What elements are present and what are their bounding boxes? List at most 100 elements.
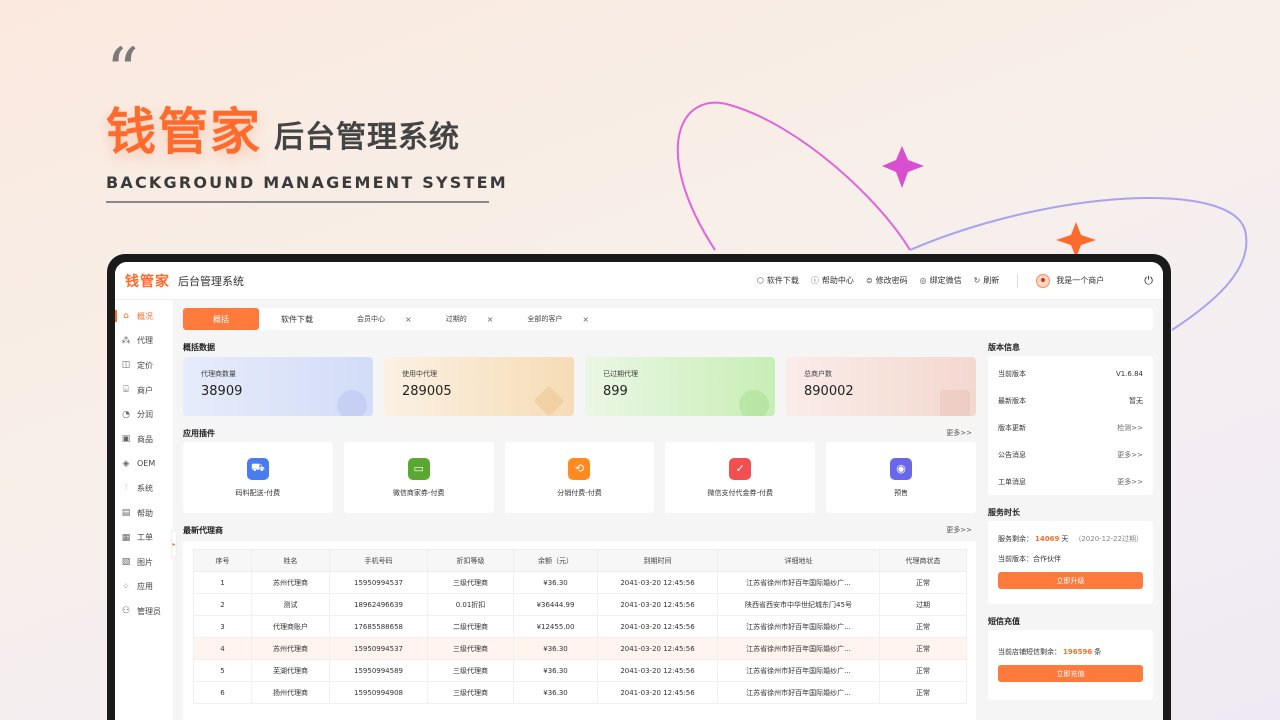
sidebar-item-apps[interactable]: ⁘ 应用 <box>115 575 173 600</box>
table-cell: 江苏省徐州市好百年国际婚纱广... <box>717 681 880 704</box>
plugins-title: 应用插件 <box>183 428 215 438</box>
table-cell: 三级代理商 <box>427 571 514 594</box>
sidebar-item-agent[interactable]: ⁂ 代理 <box>115 329 173 354</box>
star-icon <box>1056 222 1096 258</box>
sidebar-item-ticket[interactable]: ▦ 工单 <box>115 525 173 550</box>
star-badge-icon <box>337 390 367 416</box>
sidebar-item-profit[interactable]: ◔ 分润 <box>115 402 173 427</box>
plugin-wechat-coupon[interactable]: ▭ 微信商家券-付费 <box>343 442 494 513</box>
tab-expired[interactable]: 过期的 × <box>424 308 506 330</box>
plugin-wechat-voucher[interactable]: ✓ 微信支付代金券-付费 <box>665 442 816 513</box>
column-header[interactable]: 代理商状态 <box>879 549 967 572</box>
stat-card-expired-agents[interactable]: 已过期代理 899 <box>585 357 775 416</box>
table-cell: 15950994589 <box>329 659 428 682</box>
stat-card-agents[interactable]: 代理商数量 38909 <box>183 357 373 416</box>
upgrade-button[interactable]: 立即升级 <box>998 572 1143 589</box>
plugins-row: ⛟ 码料配送-付费 ▭ 微信商家券-付费 ⟲ 分销付费-付费 ✓ 微信支付代金券-付费 … <box>183 442 976 513</box>
column-header[interactable]: 序号 <box>193 549 252 572</box>
brand-subtitle: 后台管理系统 <box>274 120 460 155</box>
action-label: 软件下载 <box>766 276 799 285</box>
plugins-more-link[interactable]: 更多>> <box>946 428 972 438</box>
stat-card-active-agents[interactable]: 使用中代理 289005 <box>384 357 574 416</box>
column-header[interactable]: 折扣等级 <box>427 549 514 572</box>
sidebar-item-overview[interactable]: ⌂ 概况 <box>115 304 173 329</box>
coupon-icon: ▭ <box>407 457 430 480</box>
download-icon: ⬡ <box>756 276 764 285</box>
help-icon: ⓘ <box>810 276 819 285</box>
row-label: 版本更新 <box>998 423 1026 432</box>
bind-wechat-button[interactable]: ◎ 绑定微信 <box>920 275 962 286</box>
sms-remaining: 当前店铺短信剩余： 196596 条 <box>998 642 1143 662</box>
sidebar-item-oem[interactable]: ◈ OEM <box>115 452 173 477</box>
tab-all-customers[interactable]: 全部的客户 × <box>505 308 601 330</box>
download-button[interactable]: ⬡ 软件下载 <box>757 275 799 286</box>
check-update-link[interactable]: 检测>> <box>1117 423 1143 433</box>
table-row[interactable]: 6 扬州代理商 15950994908 三级代理商 ¥36.30 2041-03-20 1… <box>193 681 967 704</box>
recharge-button[interactable]: 立即充值 <box>998 665 1143 682</box>
lock-icon: ⊜ <box>865 276 873 285</box>
table-cell: 三级代理商 <box>427 681 514 704</box>
sidebar-item-help[interactable]: ▤ 帮助 <box>115 501 173 526</box>
power-icon[interactable]: ⏻ <box>1144 274 1153 288</box>
service-expiry: （2020-12-22过期） <box>1074 535 1144 543</box>
refresh-button[interactable]: ↻ 刷新 <box>974 275 1000 286</box>
wechat-icon: ◎ <box>919 276 927 285</box>
column-header[interactable]: 到期时间 <box>597 549 718 572</box>
english-tagline: BACKGROUND MANAGEMENT SYSTEM <box>106 173 508 192</box>
close-icon[interactable]: × <box>405 315 412 324</box>
sidebar-item-label: 应用 <box>137 582 153 592</box>
current-version-value: V1.6.84 <box>1115 369 1143 378</box>
version-title: 版本信息 <box>988 342 1020 352</box>
change-password-button[interactable]: ⊜ 修改密码 <box>866 275 908 286</box>
plugin-label: 微信商家券-付费 <box>392 488 445 497</box>
stat-value: 289005 <box>402 384 452 399</box>
table-row[interactable]: 2 测试 18962496639 0.01折扣 ¥36444.99 2041-03-20 … <box>193 593 967 616</box>
table-cell: ¥36.30 <box>513 681 598 704</box>
table-row[interactable]: 3 代理商账户 17685588658 二级代理商 ¥12455.00 2041-03-2… <box>193 615 967 638</box>
tab-member-center[interactable]: 会员中心 × <box>335 308 424 330</box>
announcements-more-link[interactable]: 更多>> <box>1117 450 1143 460</box>
admin-icon: ⚇ <box>121 606 131 617</box>
close-icon[interactable]: × <box>487 315 494 324</box>
column-header[interactable]: 手机号码 <box>329 549 428 572</box>
tab-label: 概括 <box>213 314 229 324</box>
table-cell: 正常 <box>879 615 967 638</box>
column-header[interactable]: 详细地址 <box>717 549 880 572</box>
sidebar-item-merchant[interactable]: ⌸ 商户 <box>115 378 173 403</box>
service-days-unit: 天 <box>1061 535 1069 543</box>
sidebar-item-label: 代理 <box>137 336 153 346</box>
sidebar-item-product[interactable]: ▣ 商品 <box>115 427 173 452</box>
agents-more-link[interactable]: 更多>> <box>946 525 972 535</box>
table-cell: 2 <box>193 593 252 616</box>
tab-software-download[interactable]: 软件下载 <box>259 308 335 330</box>
table-row[interactable]: 1 苏州代理商 15950994537 三级代理商 ¥36.30 2041-03-20 1… <box>193 571 967 594</box>
table-row[interactable]: 5 芜湖代理商 15950994589 三级代理商 ¥36.30 2041-03-20 1… <box>193 659 967 682</box>
plugin-label: 微信支付代金券-付费 <box>707 488 774 497</box>
tickets-more-link[interactable]: 更多>> <box>1117 477 1143 487</box>
sidebar-item-pricing[interactable]: ◫ 定价 <box>115 353 173 378</box>
plugin-distribution[interactable]: ⟲ 分销付费-付费 <box>504 442 655 513</box>
close-icon[interactable]: × <box>582 315 589 324</box>
help-button[interactable]: ⓘ 帮助中心 <box>811 275 854 286</box>
sidebar-item-image[interactable]: ▧ 图片 <box>115 550 173 575</box>
tab-label: 会员中心 <box>357 315 385 323</box>
sidebar-item-admin[interactable]: ⚇ 管理员 <box>115 599 173 624</box>
user-menu[interactable]: 我是一个商户 <box>1036 273 1104 288</box>
tab-overview[interactable]: 概括 <box>183 308 259 330</box>
plugin-delivery[interactable]: ⛟ 码料配送-付费 <box>183 442 333 513</box>
plugin-presale[interactable]: ◉ 预售 <box>826 442 976 513</box>
table-row[interactable]: 4 苏州代理商 15950994537 三级代理商 ¥36.30 2041-03-20 1… <box>193 637 967 660</box>
agents-header: 最新代理商 更多>> <box>183 521 976 539</box>
sidebar-item-label: 图片 <box>137 557 153 567</box>
app-screen: 钱管家 后台管理系统 ⬡ 软件下载 ⓘ 帮助中心 ⊜ 修改密码 ◎ 绑定微信 ↻ 刷新 我… <box>115 262 1163 720</box>
app-logo[interactable]: 钱管家 <box>125 271 170 291</box>
sidebar-item-system[interactable]: ⫶ 系统 <box>115 476 173 501</box>
pie-icon: ◔ <box>122 409 130 420</box>
row-label: 最新版本 <box>998 396 1026 405</box>
table-cell: 陕西省西安市中华世纪城东门45号 <box>717 593 880 616</box>
stat-card-merchants[interactable]: 总商户数 890002 <box>786 357 976 416</box>
sidebar-collapse-handle[interactable]: ▸ <box>171 530 177 558</box>
column-header[interactable]: 余额（元） <box>513 549 598 572</box>
table-cell: ¥36.30 <box>513 637 598 660</box>
column-header[interactable]: 姓名 <box>251 549 330 572</box>
